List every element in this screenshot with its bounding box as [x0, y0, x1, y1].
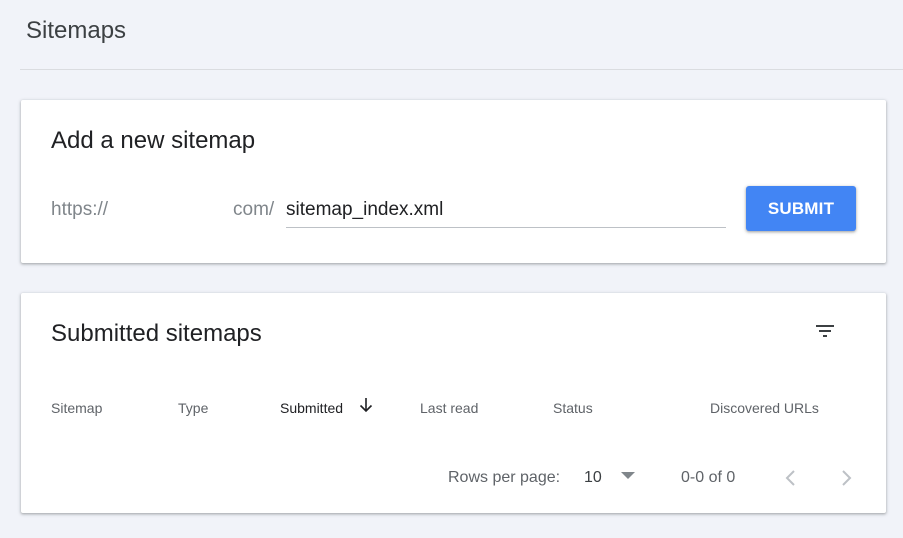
submitted-sitemaps-title: Submitted sitemaps: [51, 320, 262, 347]
url-domain-suffix: com/: [233, 199, 275, 220]
sitemap-url-input[interactable]: [286, 194, 726, 226]
next-page-button[interactable]: [832, 464, 860, 492]
submit-button[interactable]: SUBMIT: [746, 186, 856, 231]
filter-button[interactable]: [809, 315, 841, 347]
column-header-type[interactable]: Type: [178, 399, 208, 417]
page-header: Sitemaps: [0, 0, 903, 69]
add-sitemap-title: Add a new sitemap: [51, 127, 256, 154]
rows-per-page-label: Rows per page:: [448, 469, 561, 486]
url-prefix: https://: [51, 199, 109, 220]
header-divider: [20, 69, 903, 70]
column-header-status[interactable]: Status: [553, 399, 593, 417]
column-header-submitted[interactable]: Submitted: [280, 399, 343, 417]
chevron-right-icon: [842, 470, 852, 486]
column-header-last-read[interactable]: Last read: [420, 399, 478, 417]
rows-per-page-select[interactable]: 10: [581, 465, 641, 491]
sitemap-input-wrapper: [286, 194, 726, 228]
rows-per-page-value: 10: [584, 469, 602, 486]
add-sitemap-card: Add a new sitemap https:// com/ SUBMIT: [21, 100, 886, 263]
previous-page-button[interactable]: [777, 464, 805, 492]
pagination-range: 0-0 of 0: [681, 469, 736, 486]
chevron-left-icon: [785, 470, 795, 486]
arrow-down-icon[interactable]: [357, 396, 375, 414]
caret-down-icon: [621, 472, 635, 479]
column-header-sitemap[interactable]: Sitemap: [51, 399, 102, 417]
submitted-sitemaps-card: Submitted sitemaps Sitemap Type Submitte…: [21, 293, 886, 513]
filter-icon: [816, 325, 834, 337]
column-header-discovered-urls[interactable]: Discovered URLs: [710, 399, 819, 417]
page-title: Sitemaps: [26, 17, 127, 44]
